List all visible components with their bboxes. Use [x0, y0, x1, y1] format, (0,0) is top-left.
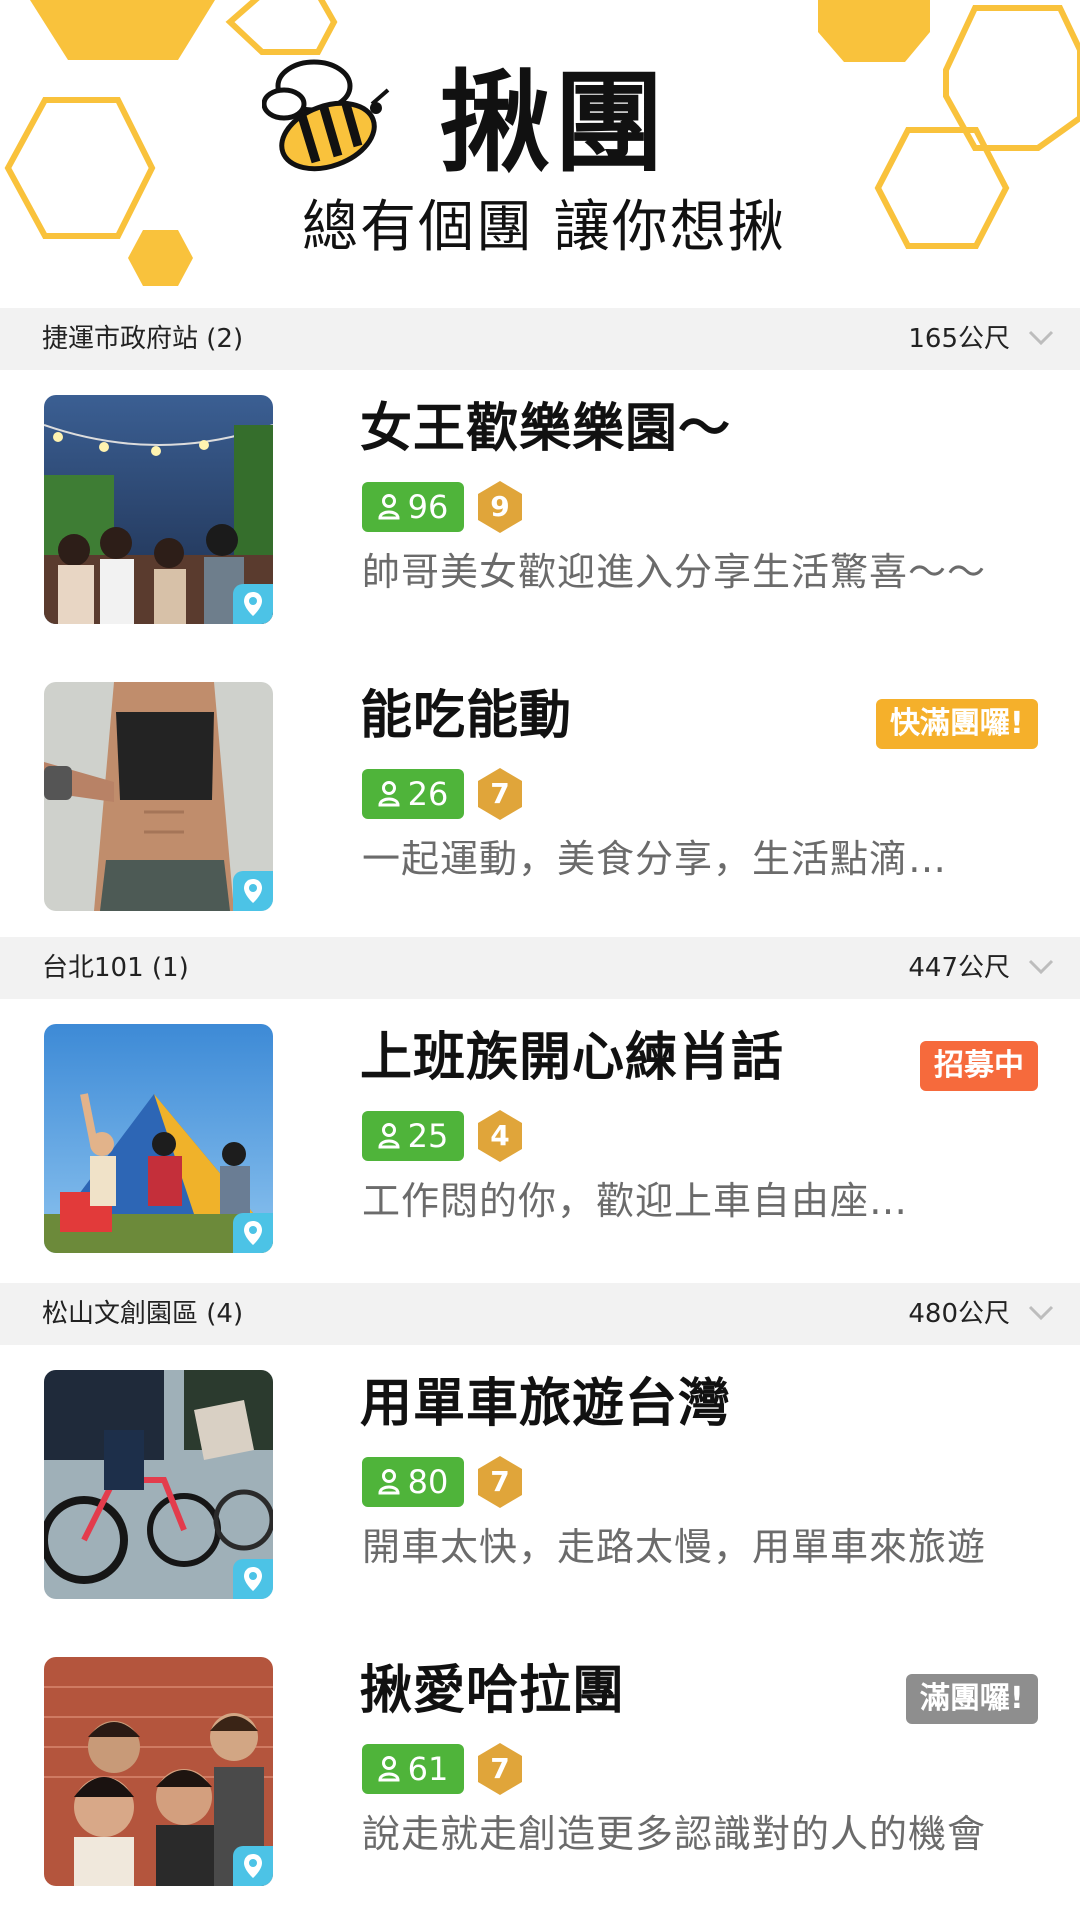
section-location-name: 捷運市政府站 (2) [42, 324, 244, 354]
group-name: 揪愛哈拉團 [360, 1661, 626, 1721]
group-name: 上班族開心練肖話 [360, 1028, 785, 1088]
group-description: 開車太快，走路太慢，用單車來旅遊 [362, 1525, 987, 1569]
status-badge-recruiting: 招募中 [920, 1041, 1038, 1091]
group-card[interactable]: 用單車旅遊台灣 80 7 開車太快，走路太慢，用單車來旅遊 [0, 1345, 1080, 1634]
group-description: 帥哥美女歡迎進入分享生活驚喜～～ [362, 550, 987, 594]
level-badge: 9 [476, 480, 524, 534]
level-badge: 7 [476, 1742, 524, 1796]
chevron-down-icon[interactable] [1028, 957, 1054, 977]
member-count-badge: 80 [362, 1457, 464, 1507]
section-distance: 165公尺 [908, 324, 1010, 354]
level-badge: 7 [476, 767, 524, 821]
group-thumbnail[interactable] [44, 395, 273, 624]
member-count-badge: 26 [362, 769, 464, 819]
section-distance: 480公尺 [908, 1299, 1010, 1329]
group-thumbnail[interactable] [44, 1370, 273, 1599]
member-count: 26 [407, 775, 449, 813]
group-description: 工作悶的你，歡迎上車自由座… [362, 1179, 909, 1223]
chevron-down-icon[interactable] [1028, 328, 1054, 348]
member-count: 96 [407, 488, 449, 526]
group-card[interactable]: 揪愛哈拉團 滿團囉! 61 7 說走就走創造更多認識對的人的機會 [0, 1632, 1080, 1919]
status-badge-full: 滿團囉! [906, 1674, 1038, 1724]
chevron-down-icon[interactable] [1028, 1303, 1054, 1323]
person-icon [378, 1756, 400, 1782]
bee-logo-icon [262, 59, 390, 172]
app-header: 揪團 總有個團 讓你想揪 [0, 0, 1080, 308]
person-icon [378, 1123, 400, 1149]
section-header-city-hall[interactable]: 捷運市政府站 (2) 165公尺 [0, 308, 1080, 370]
group-thumbnail[interactable] [44, 1024, 273, 1253]
group-card[interactable]: 能吃能動 快滿團囉! 26 7 一起運動，美食分享，生活點滴… [0, 657, 1080, 944]
group-card[interactable]: 女王歡樂樂園～ 96 9 帥哥美女歡迎進入分享生活驚喜～～ [0, 370, 1080, 659]
group-description: 說走就走創造更多認識對的人的機會 [362, 1812, 987, 1856]
member-count-badge: 96 [362, 482, 464, 532]
group-name: 用單車旅遊台灣 [360, 1374, 732, 1434]
group-name: 女王歡樂樂園～ [360, 399, 732, 459]
member-count: 80 [407, 1463, 449, 1501]
group-name: 能吃能動 [360, 686, 573, 746]
level-number: 7 [490, 1465, 510, 1498]
level-number: 7 [490, 1752, 510, 1785]
member-count-badge: 25 [362, 1111, 464, 1161]
section-distance: 447公尺 [908, 953, 1010, 983]
member-count-badge: 61 [362, 1744, 464, 1794]
location-pin-icon [233, 871, 273, 911]
section-location-name: 松山文創園區 (4) [42, 1299, 244, 1329]
level-number: 9 [490, 490, 510, 523]
location-pin-icon [233, 584, 273, 624]
group-description: 一起運動，美食分享，生活點滴… [362, 837, 948, 881]
location-pin-icon [233, 1559, 273, 1599]
group-thumbnail[interactable] [44, 1657, 273, 1886]
level-badge: 7 [476, 1455, 524, 1509]
location-pin-icon [233, 1213, 273, 1253]
group-thumbnail[interactable] [44, 682, 273, 911]
member-count: 25 [407, 1117, 449, 1155]
section-location-name: 台北101 (1) [42, 953, 189, 983]
level-number: 4 [490, 1119, 510, 1152]
section-header-taipei-101[interactable]: 台北101 (1) 447公尺 [0, 937, 1080, 999]
member-count: 61 [407, 1750, 449, 1788]
app-tagline: 總有個團 讓你想揪 [302, 195, 786, 260]
level-number: 7 [490, 777, 510, 810]
person-icon [378, 494, 400, 520]
location-pin-icon [233, 1846, 273, 1886]
app-title: 揪團 [440, 59, 668, 187]
person-icon [378, 781, 400, 807]
person-icon [378, 1469, 400, 1495]
section-header-songshan[interactable]: 松山文創園區 (4) 480公尺 [0, 1283, 1080, 1345]
status-badge-almost-full: 快滿團囉! [876, 699, 1038, 749]
group-card[interactable]: 上班族開心練肖話 招募中 25 4 工作悶的你，歡迎上車自由座… [0, 999, 1080, 1286]
level-badge: 4 [476, 1109, 524, 1163]
